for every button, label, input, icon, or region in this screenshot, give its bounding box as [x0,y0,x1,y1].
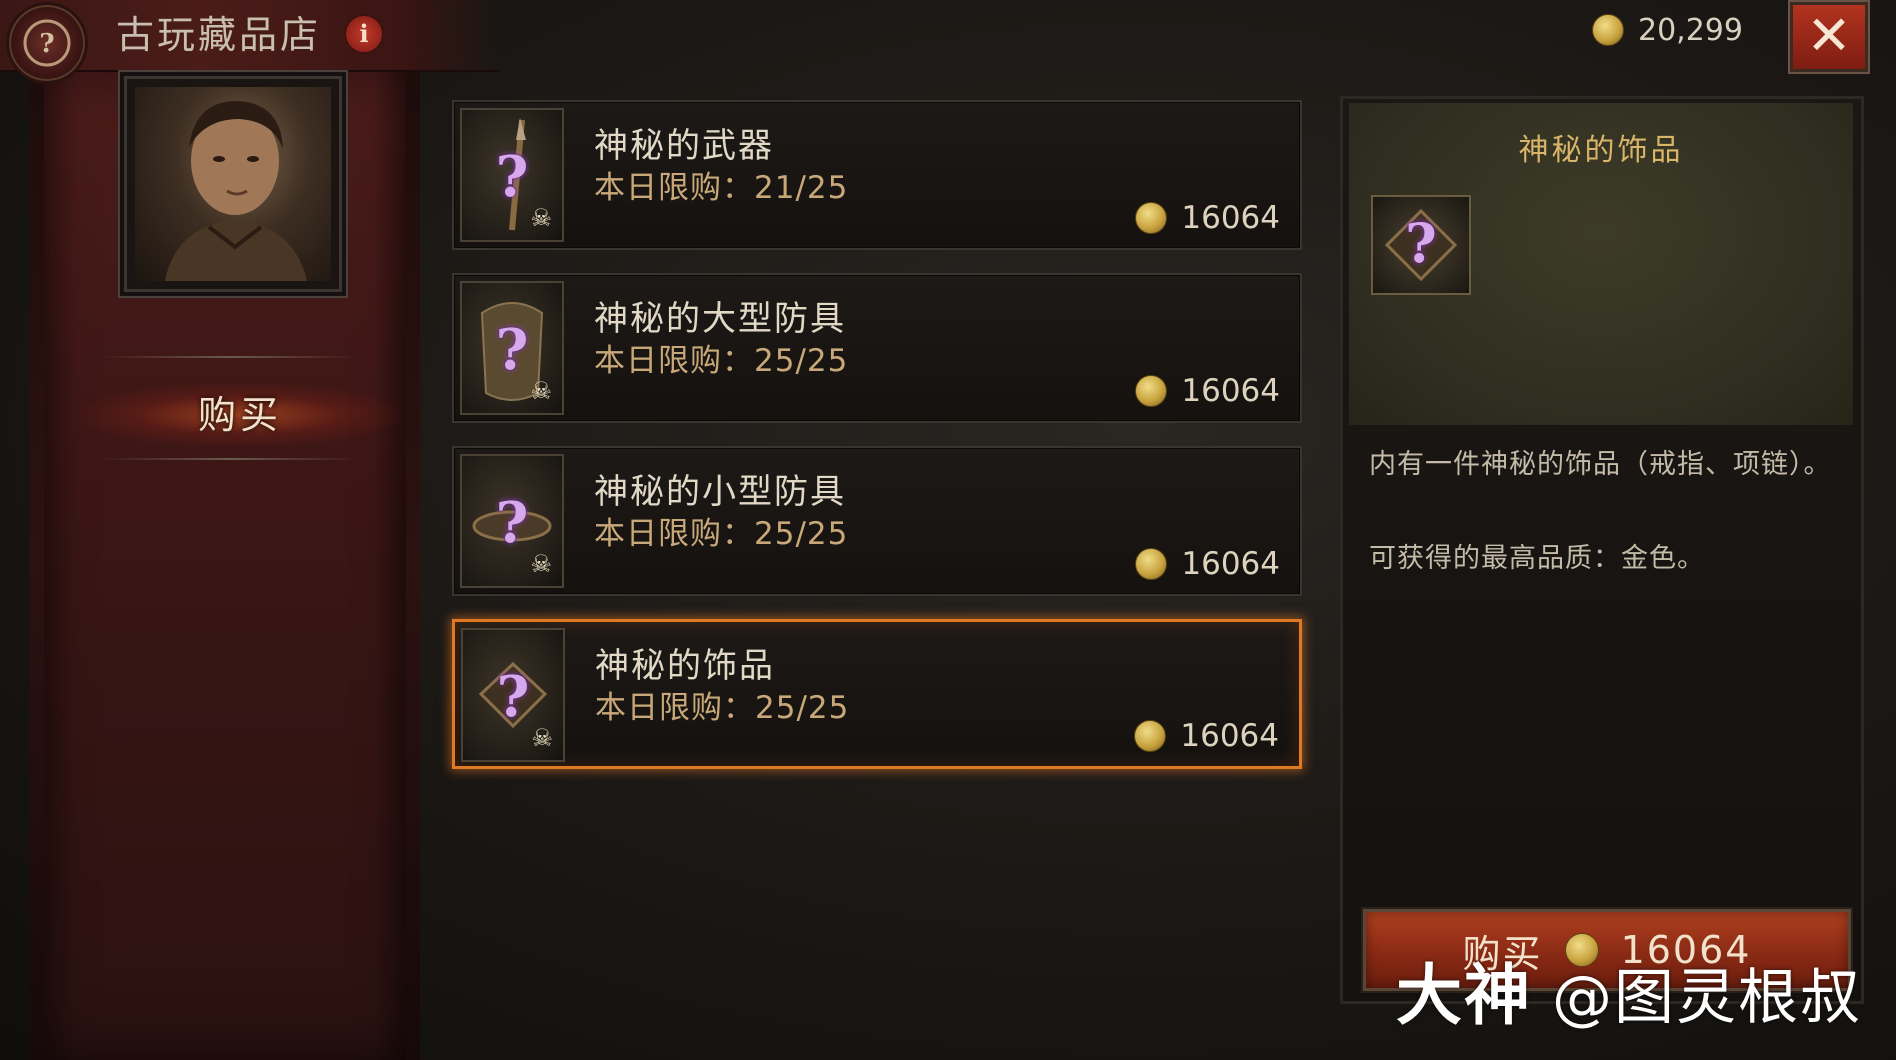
mystery-weapon-icon: ? ☠ [460,108,564,242]
sidebar-divider-bottom [100,458,360,460]
mystery-large-armor-icon: ? ☠ [460,281,564,415]
skull-icon: ☠ [530,377,552,405]
shop-item-row[interactable]: ? ☠ 神秘的武器 本日限购：21/25 16064 [452,100,1302,250]
item-price-value: 16064 [1181,200,1280,236]
shop-item-row[interactable]: ? ☠ 神秘的大型防具 本日限购：25/25 16064 [452,273,1302,423]
shop-title: 古玩藏品店 [116,13,322,57]
watermark: 大神 @图灵根叔 [1396,956,1862,1036]
item-price: 16064 [1135,546,1280,582]
item-price: 16064 [1135,200,1280,236]
vendor-portrait-frame [124,76,342,292]
detail-description: 内有一件神秘的饰品（戒指、项链）。 [1369,449,1832,480]
item-price-value: 16064 [1181,373,1280,409]
item-daily-limit: 本日限购：25/25 [594,516,849,552]
shop-item-row[interactable]: ? ☠ 神秘的小型防具 本日限购：25/25 16064 [452,446,1302,596]
item-name: 神秘的大型防具 [594,299,846,339]
banner-border-left [30,60,44,1060]
currency-amount: 20,299 [1638,12,1743,48]
detail-max-quality: 可获得的最高品质：金色。 [1369,543,1705,574]
mystery-jewelry-icon: ? [1371,195,1471,295]
item-daily-limit: 本日限购：25/25 [595,690,850,726]
coin-icon [1135,548,1168,580]
watermark-handle: @图灵根叔 [1552,963,1862,1033]
detail-header: 神秘的饰品 ? [1349,103,1853,425]
item-name: 神秘的武器 [594,126,774,166]
item-price-value: 16064 [1180,718,1279,754]
sidebar-divider-top [100,356,360,358]
skull-icon: ☠ [530,204,552,232]
watermark-brand: 大神 [1396,957,1532,1034]
vendor-portrait [135,87,331,281]
coin-icon [1134,720,1167,752]
close-button[interactable]: ✕ [1790,2,1868,72]
item-detail-panel: 神秘的饰品 ? 内有一件神秘的饰品（戒指、项链）。 可获得的最高品质：金色。 购… [1340,96,1864,1004]
item-daily-limit: 本日限购：25/25 [594,343,849,379]
item-name: 神秘的小型防具 [594,472,846,512]
item-price: 16064 [1134,718,1279,754]
detail-title: 神秘的饰品 [1518,133,1684,168]
banner-border-right [406,60,420,1060]
svg-text:?: ? [39,29,54,59]
skull-icon: ☠ [530,550,552,578]
shop-title-plate: ? 古玩藏品店 i [0,0,500,84]
coin-icon [1135,375,1168,407]
item-price: 16064 [1135,373,1280,409]
currency-display: 20,299 [1592,10,1743,50]
skull-icon: ☠ [531,724,553,752]
item-name: 神秘的饰品 [595,646,775,686]
item-daily-limit: 本日限购：21/25 [594,170,849,206]
mystery-small-armor-icon: ? ☠ [460,454,564,588]
shop-emblem-icon: ? [6,2,88,84]
coin-icon [1592,14,1624,46]
item-price-value: 16064 [1181,546,1280,582]
mystery-jewelry-icon: ? ☠ [461,628,565,762]
tab-buy[interactable]: 购买 [80,384,400,446]
shop-item-row-selected[interactable]: ? ☠ 神秘的饰品 本日限购：25/25 16064 [452,619,1302,769]
info-icon[interactable]: i [344,14,384,54]
coin-icon [1135,202,1168,234]
